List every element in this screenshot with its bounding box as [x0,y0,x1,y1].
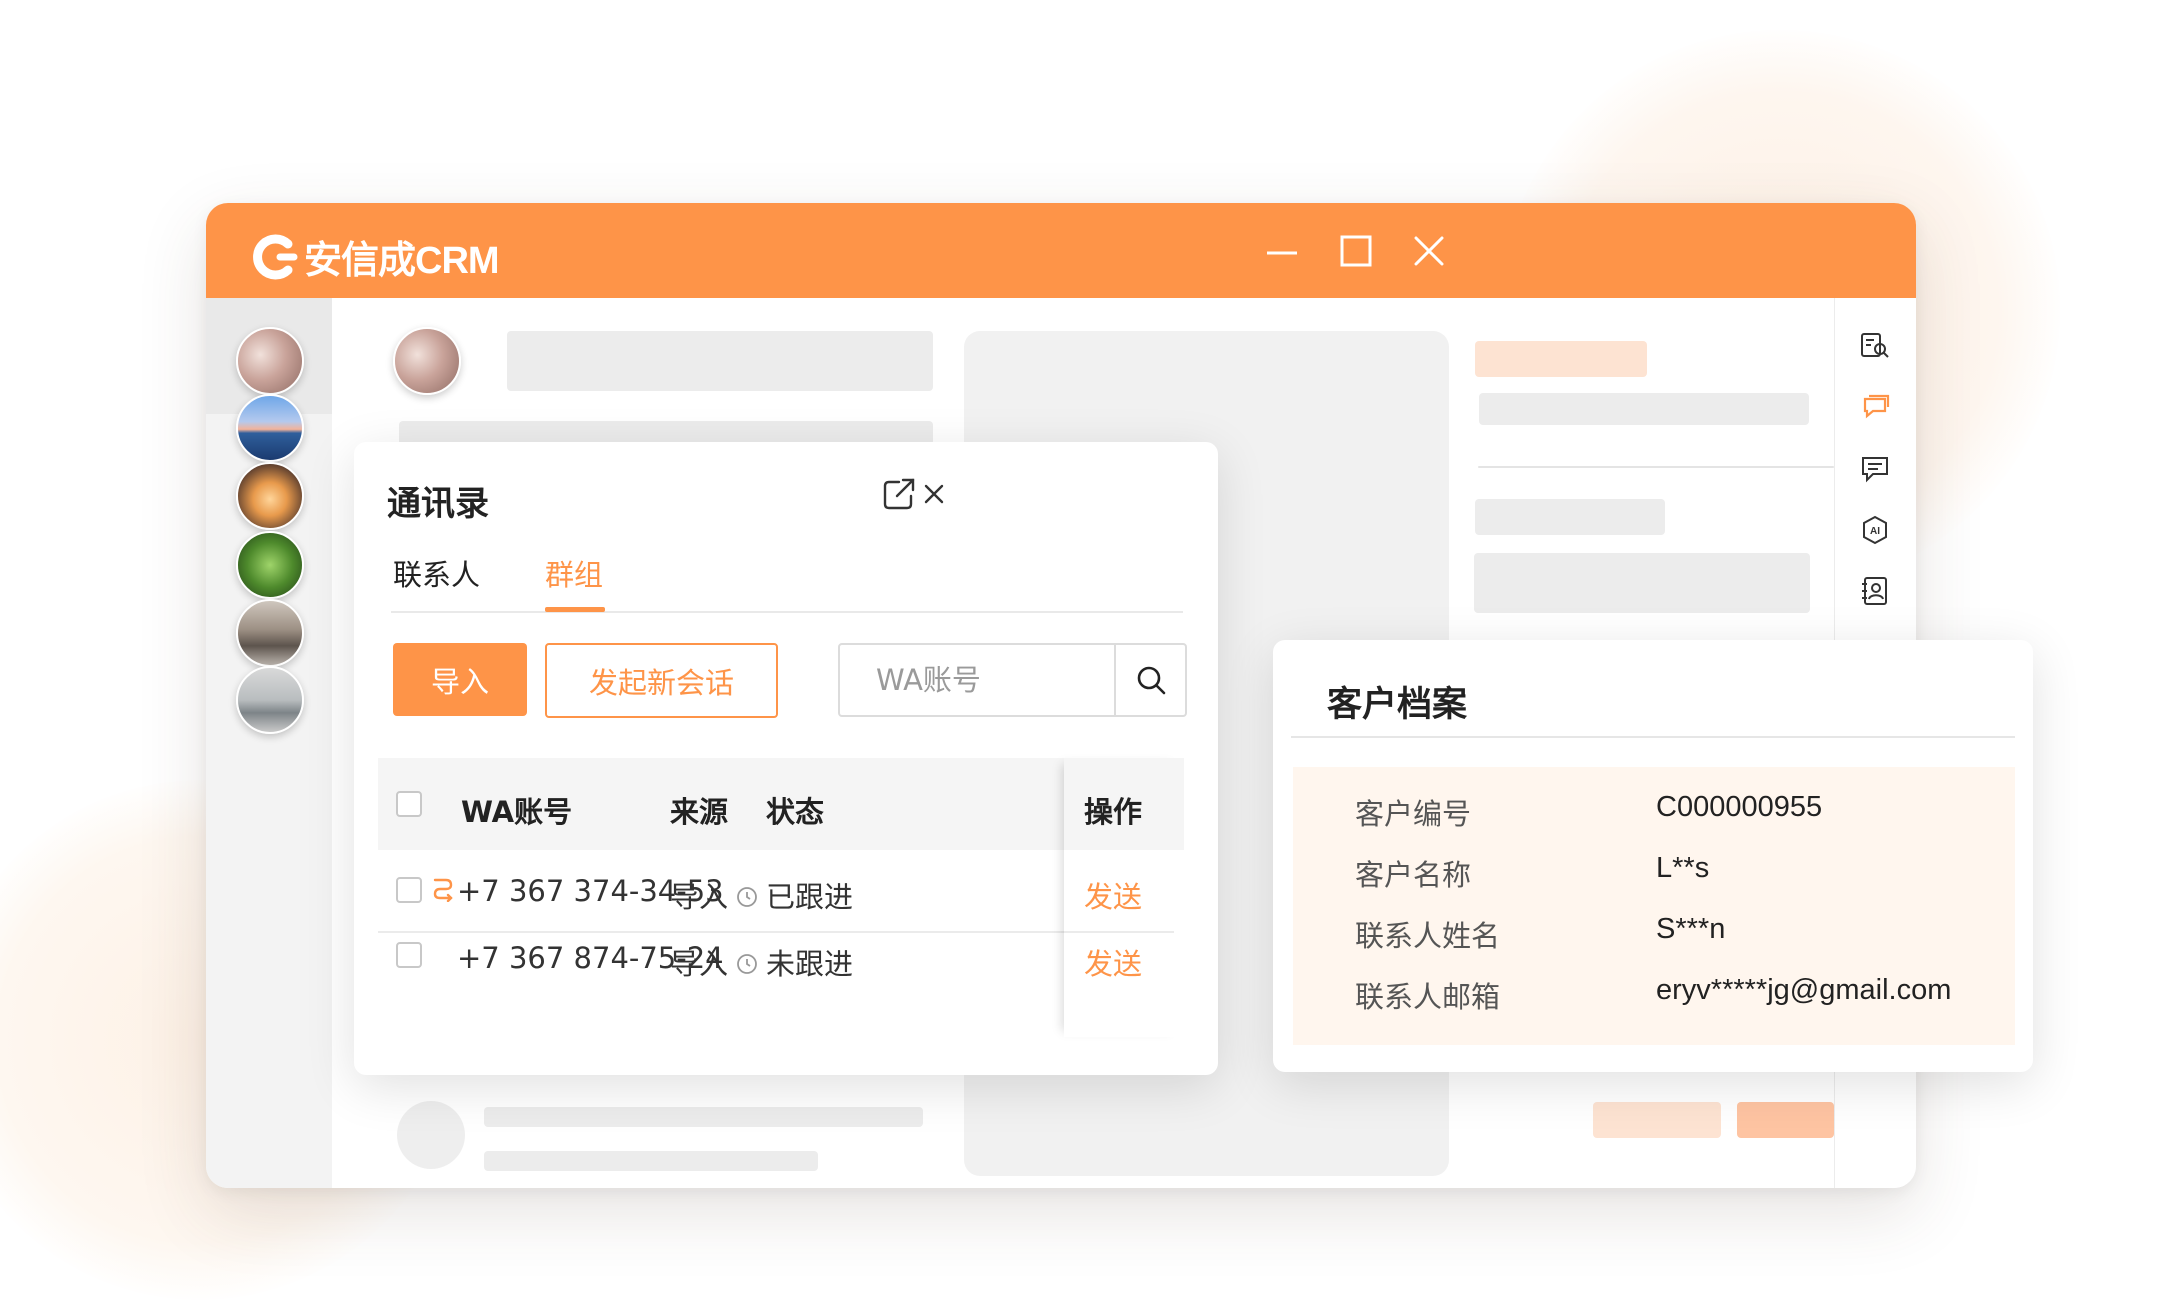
logo-c-icon [253,234,298,279]
chat-avatar-dolphin[interactable] [236,462,304,530]
placeholder-avatar [397,1101,465,1169]
chat-bubbles-button[interactable] [1859,391,1891,423]
profile-fields: 客户编号 C000000955 客户名称 L**s 联系人姓名 S***n 联系… [1293,767,2015,1045]
chat-avatar-sofa[interactable] [236,666,304,734]
send-button[interactable]: 发送 [1084,941,1142,983]
chat-avatar-plant[interactable] [236,531,304,599]
search-icon [1137,666,1166,695]
divider [1478,466,1834,468]
close-icon [924,484,944,504]
close-panel-button[interactable] [914,474,954,514]
clock-icon [737,887,757,907]
status-cell: 未跟进 [766,947,854,981]
minimize-icon [1267,251,1297,255]
row-checkbox[interactable] [396,942,422,968]
search-input[interactable] [840,645,1108,715]
import-button[interactable]: 导入 [393,643,527,716]
chat-list-sidebar [206,298,332,1188]
contact-card-button[interactable] [1859,575,1891,607]
placeholder-button-light [1593,1102,1721,1138]
customer-search-icon [1861,333,1889,358]
field-label-contact-name: 联系人姓名 [1355,919,1501,953]
placeholder-tag [1475,341,1647,377]
send-button[interactable]: 发送 [1084,874,1142,916]
placeholder-line [1479,393,1809,425]
minimize-button[interactable] [1264,233,1300,269]
column-action: 操作 [1084,795,1143,829]
chat-bubbles-icon [1863,394,1890,419]
ai-assistant-button[interactable]: AI [1859,514,1891,546]
svg-text:AI: AI [1870,526,1880,537]
chat-avatar-sea-sunset[interactable] [236,394,304,462]
placeholder-line [484,1107,923,1127]
search-button[interactable] [1114,645,1187,715]
placeholder-block [1474,553,1810,613]
source-cell: 导入 [670,941,758,983]
app-logo: 安信成CRM [250,229,500,284]
actions-column-header: 操作 [1064,758,1184,850]
source-cell: 导入 [670,874,758,916]
search-box [838,643,1187,717]
field-value-contact-name: S***n [1656,913,1726,945]
active-tab-indicator [545,607,605,612]
select-all-checkbox[interactable] [396,791,422,817]
field-value-customer-id: C000000955 [1656,791,1823,823]
customer-profile-panel: 客户档案 客户编号 C000000955 客户名称 L**s 联系人姓名 S**… [1273,640,2033,1072]
close-window-button[interactable] [1411,233,1447,269]
message-icon [1862,457,1888,483]
linked-account-icon [433,878,453,902]
placeholder-line [1475,499,1665,535]
profile-title: 客户档案 [1327,685,1468,725]
row-checkbox[interactable] [396,877,422,903]
contact-card-icon [1862,577,1887,605]
field-label-customer-id: 客户编号 [1355,797,1472,831]
customer-search-button[interactable] [1859,330,1891,362]
column-status: 状态 [766,795,825,829]
chat-avatar-interior-1[interactable] [236,327,304,395]
profile-divider [1291,736,2015,738]
chat-header-avatar [393,327,461,395]
field-value-customer-name: L**s [1656,852,1710,884]
placeholder-chat-name [507,331,933,391]
tabs-divider [391,611,1183,613]
column-wa-account: WA账号 [461,795,573,829]
tab-contacts[interactable]: 联系人 [393,552,480,594]
title-bar: 安信成CRM [206,203,1916,298]
row-divider [378,931,1078,933]
actions-column: 操作 发送 发送 [1064,758,1184,1037]
maximize-icon [1340,235,1372,267]
chat-avatar-living-room[interactable] [236,599,304,667]
maximize-button[interactable] [1338,233,1374,269]
ai-icon: AI [1863,515,1887,545]
open-external-icon [883,478,915,510]
field-label-customer-name: 客户名称 [1355,858,1472,892]
open-external-button[interactable] [879,474,919,514]
new-chat-button[interactable]: 发起新会话 [545,643,778,718]
row-divider [1064,931,1174,933]
contacts-panel: 通讯录 联系人 群组 导入 发起新会话 WA账号 来源 状态 [354,442,1218,1075]
column-source: 来源 [670,795,729,829]
contacts-title: 通讯录 [387,484,489,524]
messages-button[interactable] [1859,453,1891,485]
placeholder-button [1737,1102,1834,1138]
placeholder-line [484,1151,818,1171]
clock-icon [737,954,757,974]
status-cell: 已跟进 [766,880,854,914]
field-value-contact-email: eryv*****jg@gmail.com [1656,974,1952,1006]
tab-groups[interactable]: 群组 [545,552,603,594]
app-title: 安信成CRM [304,240,500,282]
source-text: 导入 [670,947,729,981]
source-text: 导入 [670,880,729,914]
field-label-contact-email: 联系人邮箱 [1355,980,1501,1014]
close-icon [1414,236,1444,266]
